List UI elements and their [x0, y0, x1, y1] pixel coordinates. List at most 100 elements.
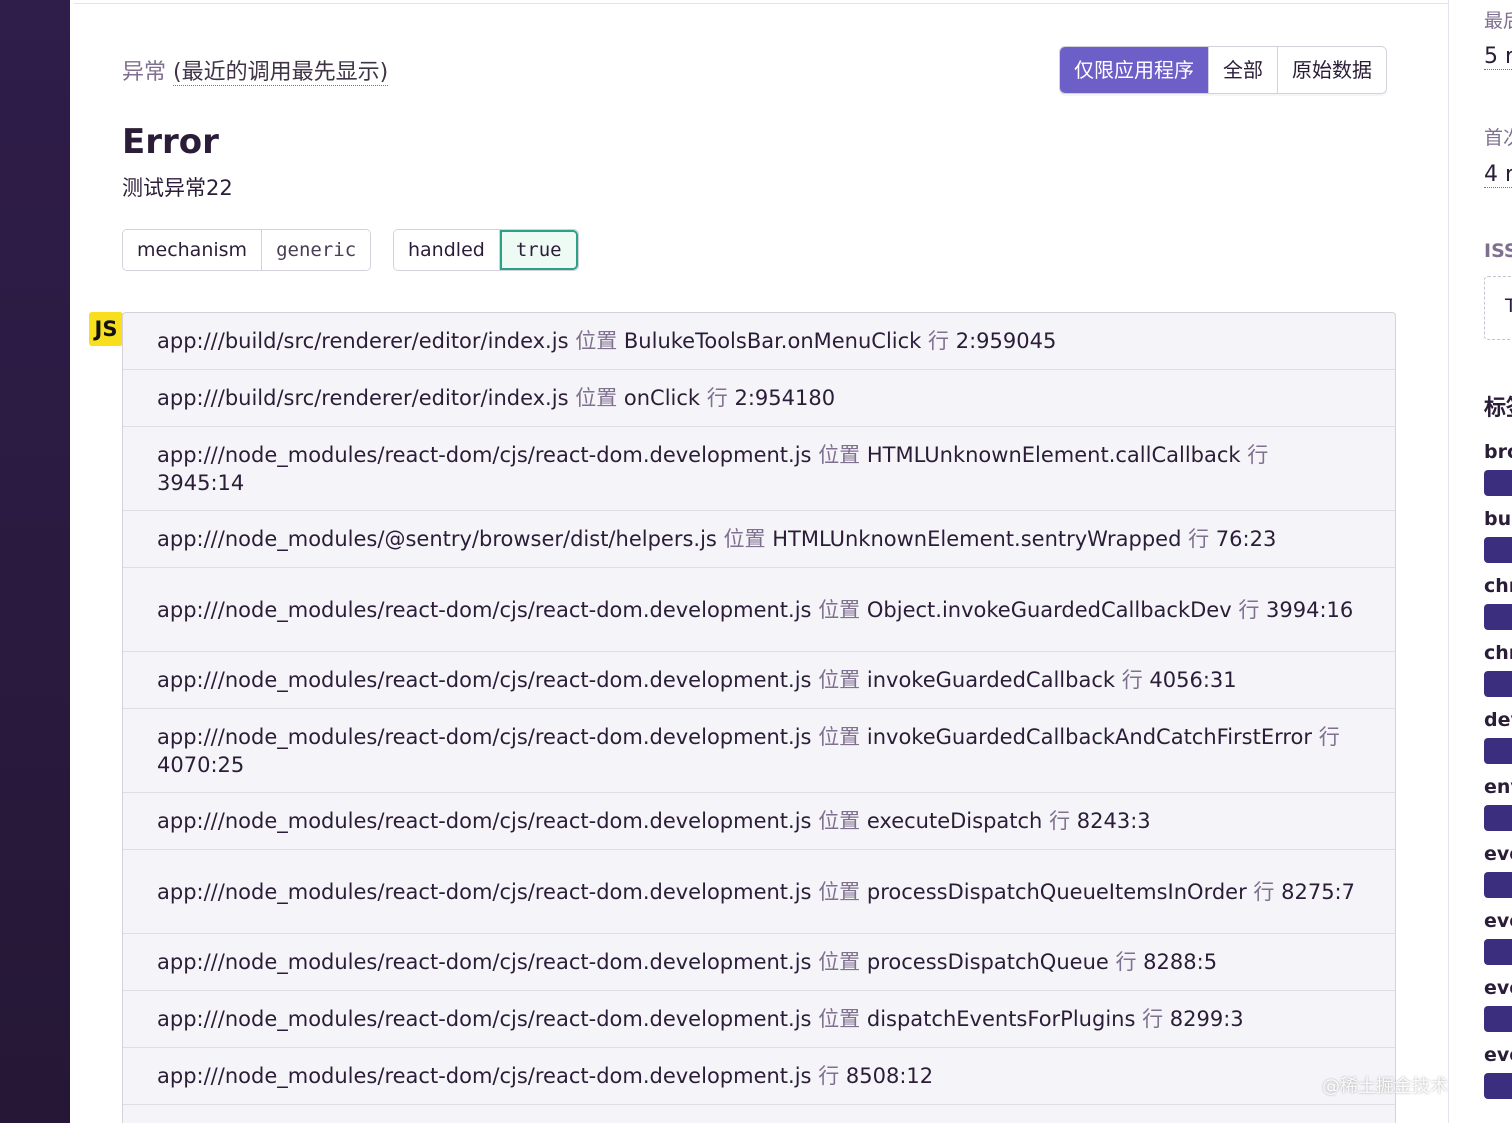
stack-frame[interactable]: app:///node_modules/react-dom/cjs/react-… — [123, 793, 1395, 850]
stacktrace-frame-list: app:///build/src/renderer/editor/index.j… — [122, 312, 1396, 1123]
frame-line-label: 行 — [1121, 668, 1143, 692]
frame-line-number: 8508:12 — [845, 1064, 934, 1088]
raw-button[interactable]: 原始数据 — [1278, 47, 1386, 93]
frame-text: app:///node_modules/react-dom/cjs/react-… — [157, 807, 1151, 835]
frame-in-label: 位置 — [575, 386, 618, 410]
exception-section-title: 异常 (最近的调用最先显示) — [122, 54, 389, 86]
tag-value-bar[interactable] — [1484, 738, 1512, 764]
error-type: Error — [122, 122, 219, 162]
tag-value-bar[interactable] — [1484, 1006, 1512, 1032]
javascript-platform-icon: JS — [89, 312, 123, 346]
exception-title-hint[interactable]: (最近的调用最先显示) — [173, 60, 389, 86]
stack-frame[interactable]: app:///node_modules/react-dom/cjs/react-… — [123, 652, 1395, 709]
tag-value-bar[interactable] — [1484, 604, 1512, 630]
stack-frame[interactable] — [123, 1105, 1395, 1123]
frame-filename: app:///node_modules/react-dom/cjs/react-… — [157, 442, 812, 467]
first-seen-label: 首次 — [1484, 127, 1512, 149]
tag-value-bar[interactable] — [1484, 805, 1512, 831]
frame-line-number: 2:954180 — [734, 386, 836, 410]
mechanism-chip[interactable]: mechanism generic — [122, 229, 372, 271]
frame-filename: app:///node_modules/react-dom/cjs/react-… — [157, 1007, 812, 1031]
frame-function: processDispatchQueue — [866, 950, 1109, 974]
frame-filename: app:///node_modules/react-dom/cjs/react-… — [157, 879, 812, 904]
frame-function: processDispatchQueueItemsInOrder — [866, 879, 1247, 904]
divider — [74, 3, 1448, 4]
frame-function: Object.invokeGuardedCallbackDev — [866, 597, 1232, 622]
frame-line-number: 8288:5 — [1143, 950, 1218, 974]
stack-frame[interactable]: app:///node_modules/react-dom/cjs/react-… — [123, 568, 1395, 652]
frame-in-label: 位置 — [818, 442, 861, 467]
frame-line-label: 行 — [1253, 879, 1275, 904]
frame-in-label: 位置 — [818, 1007, 861, 1031]
exception-title: 异常 — [122, 60, 167, 85]
frame-line-number: 3994:16 — [1266, 597, 1354, 622]
frame-line-number: 4056:31 — [1149, 668, 1237, 692]
tag-value-bar[interactable] — [1484, 671, 1512, 697]
frame-text: app:///node_modules/@sentry/browser/dist… — [157, 525, 1276, 553]
handled-chip[interactable]: handled true — [393, 229, 579, 271]
frame-in-label: 位置 — [575, 329, 618, 353]
frame-text: app:///build/src/renderer/editor/index.j… — [157, 384, 835, 412]
frame-filename: app:///node_modules/react-dom/cjs/react-… — [157, 597, 812, 622]
tag-key: eve — [1484, 910, 1512, 932]
first-seen-value[interactable]: 4 r — [1484, 162, 1512, 188]
stack-frame[interactable]: app:///node_modules/react-dom/cjs/react-… — [123, 427, 1395, 511]
frame-line-number: 2:959045 — [955, 329, 1057, 353]
tag-key: eve — [1484, 1044, 1512, 1066]
tag-value-bar[interactable] — [1484, 1073, 1512, 1099]
watermark: @稀土掘金技术社区 — [1322, 1076, 1448, 1097]
stacktrace-view-toggle: 仅限应用程序 全部 原始数据 — [1059, 46, 1387, 94]
frame-filename: app:///build/src/renderer/editor/index.j… — [157, 386, 569, 410]
full-button[interactable]: 全部 — [1209, 47, 1278, 93]
tag-value-bar[interactable] — [1484, 872, 1512, 898]
frame-text: app:///node_modules/react-dom/cjs/react-… — [157, 948, 1217, 976]
frame-filename: app:///build/src/renderer/editor/index.j… — [157, 329, 569, 353]
frame-line-label: 行 — [1238, 597, 1260, 622]
frame-function: invokeGuardedCallback — [866, 668, 1116, 692]
frame-text: app:///build/src/renderer/editor/index.j… — [157, 327, 1056, 355]
frame-in-label: 位置 — [723, 527, 766, 551]
issue-tracking-text: T — [1505, 295, 1512, 317]
frame-line-label: 行 — [1115, 950, 1137, 974]
stack-frame[interactable]: app:///node_modules/react-dom/cjs/react-… — [123, 934, 1395, 991]
frame-line-label: 行 — [706, 386, 728, 410]
stack-frame[interactable]: app:///node_modules/@sentry/browser/dist… — [123, 511, 1395, 568]
frame-function: BulukeToolsBar.onMenuClick — [623, 329, 922, 353]
chip-key: handled — [394, 230, 500, 270]
chip-value: generic — [262, 230, 371, 270]
app-only-button[interactable]: 仅限应用程序 — [1060, 47, 1209, 93]
stack-frame[interactable]: app:///node_modules/react-dom/cjs/react-… — [123, 709, 1395, 793]
frame-in-label: 位置 — [818, 597, 861, 622]
frame-filename: app:///node_modules/react-dom/cjs/react-… — [157, 950, 812, 974]
frame-line-number: 8275:7 — [1281, 879, 1355, 904]
frame-text: app:///node_modules/react-dom/cjs/react-… — [157, 1062, 933, 1090]
frame-function: HTMLUnknownElement.callCallback — [866, 442, 1241, 467]
frame-filename: app:///node_modules/react-dom/cjs/react-… — [157, 809, 812, 833]
issue-tracking-box[interactable]: T — [1484, 276, 1512, 340]
frame-line-label: 行 — [1188, 527, 1210, 551]
last-seen-value[interactable]: 5 r — [1484, 44, 1512, 70]
stack-frame[interactable]: app:///build/src/renderer/editor/index.j… — [123, 313, 1395, 370]
frame-text: app:///node_modules/react-dom/cjs/react-… — [157, 666, 1237, 694]
tag-value-bar[interactable] — [1484, 470, 1512, 496]
stack-frame[interactable]: app:///node_modules/react-dom/cjs/react-… — [123, 991, 1395, 1048]
frame-line-label: 行 — [928, 329, 950, 353]
stack-frame[interactable]: app:///node_modules/react-dom/cjs/react-… — [123, 850, 1395, 934]
frame-line-number: 76:23 — [1215, 527, 1277, 551]
tag-key: env — [1484, 776, 1512, 798]
tag-key: chr — [1484, 642, 1512, 664]
frame-function: executeDispatch — [866, 809, 1043, 833]
tag-value-bar[interactable] — [1484, 939, 1512, 965]
frame-function: dispatchEventsForPlugins — [866, 1007, 1136, 1031]
frame-text: app:///node_modules/react-dom/cjs/react-… — [157, 441, 1355, 497]
left-navigation-bar — [0, 0, 70, 1123]
frame-text: app:///node_modules/react-dom/cjs/react-… — [157, 596, 1353, 624]
chip-key: mechanism — [123, 230, 263, 270]
frame-in-label: 位置 — [818, 809, 861, 833]
error-message: 测试异常22 — [122, 176, 233, 200]
frame-filename: app:///node_modules/react-dom/cjs/react-… — [157, 724, 812, 749]
stack-frame[interactable]: app:///node_modules/react-dom/cjs/react-… — [123, 1048, 1395, 1105]
stack-frame[interactable]: app:///build/src/renderer/editor/index.j… — [123, 370, 1395, 427]
frame-function: onClick — [623, 386, 701, 410]
tag-value-bar[interactable] — [1484, 537, 1512, 563]
